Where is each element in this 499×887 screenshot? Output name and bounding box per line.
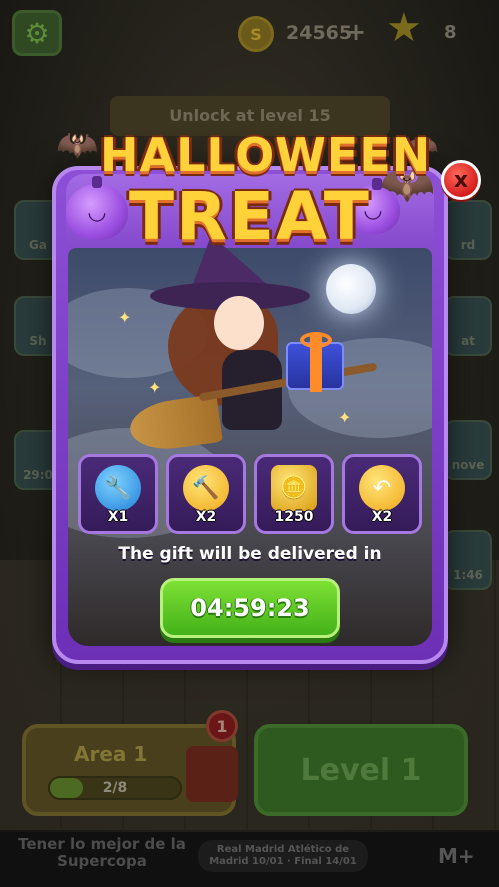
popup-title-line2: TREAT (129, 178, 371, 255)
coin-count: 24565 (286, 22, 353, 44)
side-tile-right: 1:46 (444, 530, 492, 590)
gear-icon: ⚙ (24, 16, 50, 50)
coin-icon: S (238, 16, 274, 52)
moon (326, 264, 376, 314)
bat-icon: 🦇 (56, 125, 99, 165)
close-button[interactable]: x (441, 160, 481, 200)
witch-face (214, 296, 264, 350)
reward-slot: 🪙 1250 (254, 454, 334, 534)
reward-label: X2 (371, 509, 393, 525)
top-bar: ⚙ S 24565 + ★ 8 (0, 0, 499, 70)
side-tile-right: rd (444, 200, 492, 260)
gift-bow (300, 332, 332, 348)
gift-icon (186, 746, 238, 802)
side-tile-right: at (444, 296, 492, 356)
settings-button[interactable]: ⚙ (12, 10, 62, 56)
area-progress-bar: 2/8 (48, 776, 182, 800)
reward-label: X2 (195, 509, 217, 525)
star-sparkle: ✦ (338, 408, 352, 427)
reward-label: 1250 (274, 509, 314, 525)
undo-icon: ↶ (359, 465, 405, 511)
reward-label: X1 (107, 509, 129, 525)
area-title: Area 1 (74, 742, 148, 766)
reward-slot: ↶ X2 (342, 454, 422, 534)
area-card[interactable]: Area 1 2/8 (22, 724, 238, 816)
star-icon: ★ (386, 5, 422, 51)
drill-icon: 🔧 (95, 465, 141, 511)
star-sparkle: ✦ (118, 308, 132, 327)
add-coins-button[interactable]: + (346, 18, 366, 46)
side-tile-right: nove (444, 420, 492, 480)
star-count: 8 (444, 22, 457, 43)
level-button[interactable]: Level 1 (254, 724, 468, 816)
notification-badge: 1 (206, 710, 238, 742)
popup-title-line1: HALLOWEEN (100, 128, 432, 182)
ad-headline: Tener lo mejor de la Supercopa (18, 835, 186, 870)
coins-icon: 🪙 (271, 465, 317, 511)
countdown-timer-button[interactable]: 04:59:23 (160, 578, 340, 638)
ad-logo: M+ (438, 844, 475, 868)
reward-slot: 🔧 X1 (78, 454, 158, 534)
hammer-wrench-icon: 🔨 (183, 465, 229, 511)
ad-match-info: Real Madrid Atlético de Madrid 10/01 · F… (198, 840, 368, 872)
delivery-message: The gift will be delivered in (118, 544, 382, 564)
ad-banner[interactable]: Tener lo mejor de la Supercopa Real Madr… (0, 832, 499, 887)
area-progress-label: 2/8 (102, 780, 128, 796)
close-icon: x (453, 167, 469, 193)
star-sparkle: ✦ (148, 378, 162, 397)
reward-slot: 🔨 X2 (166, 454, 246, 534)
